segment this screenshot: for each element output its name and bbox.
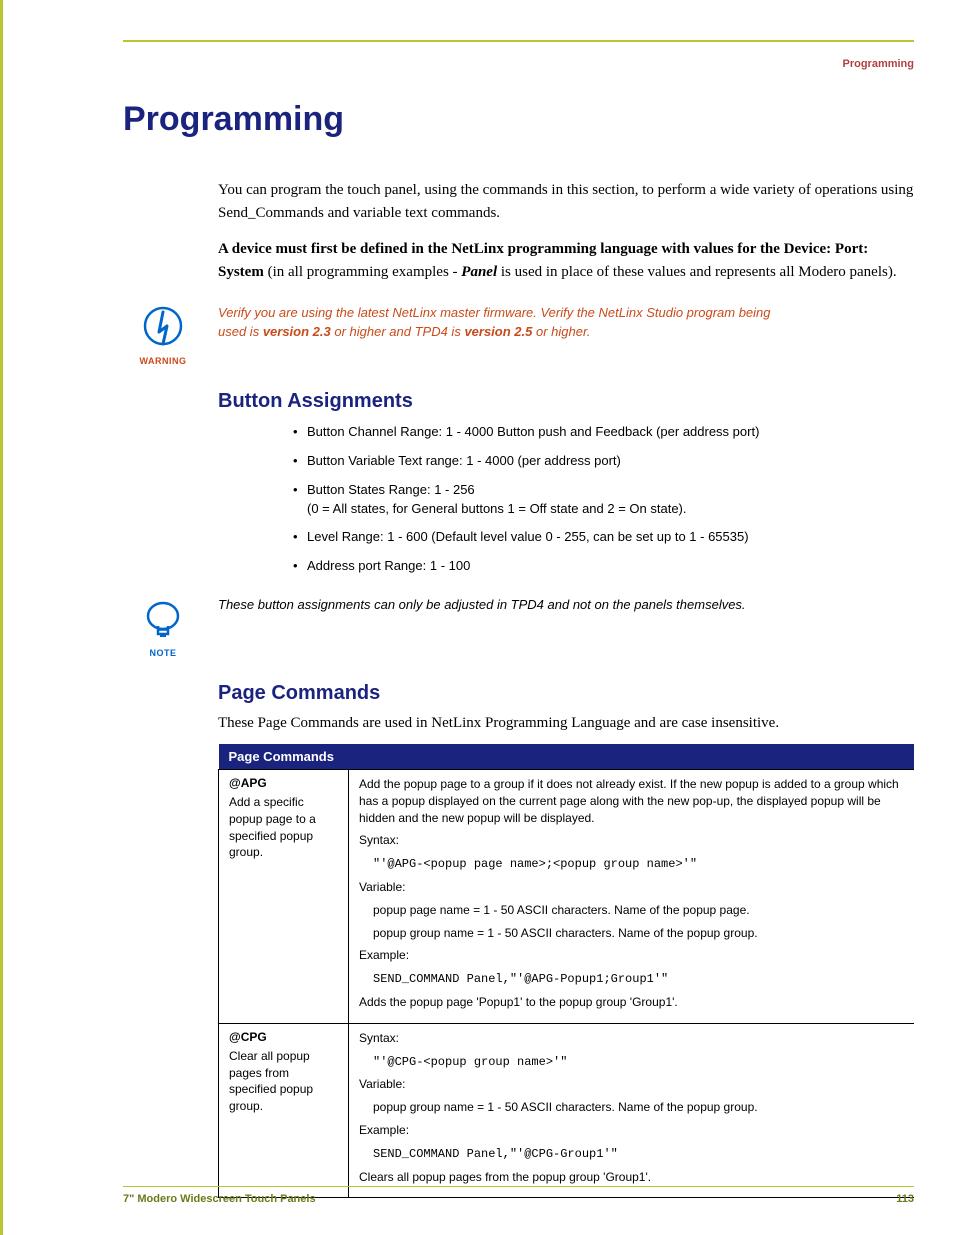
top-rule <box>123 40 914 42</box>
intro-paragraph-1: You can program the touch panel, using t… <box>218 179 914 226</box>
list-item: Button Variable Text range: 1 - 4000 (pe… <box>293 452 914 471</box>
command-body: Syntax: "'@CPG-<popup group name>'" Vari… <box>349 1023 915 1198</box>
warning-text: Verify you are using the latest NetLinx … <box>218 304 778 342</box>
warning-label: WARNING <box>133 356 193 366</box>
warning-icon: WARNING <box>133 304 193 366</box>
header-label: Programming <box>842 58 914 70</box>
command-cell: @APG Add a specific popup page to a spec… <box>219 770 349 1024</box>
command-cell: @CPG Clear all popup pages from specifie… <box>219 1023 349 1198</box>
command-name: @APG <box>229 776 338 790</box>
command-desc: Add a specific popup page to a specified… <box>229 794 338 861</box>
intro-paragraph-2: A device must first be defined in the Ne… <box>218 238 914 285</box>
footer-left: 7" Modero Widescreen Touch Panels <box>123 1193 316 1205</box>
intro-block: You can program the touch panel, using t… <box>218 179 914 284</box>
button-assignments-list: Button Channel Range: 1 - 4000 Button pu… <box>293 423 914 576</box>
table-header: Page Commands <box>219 744 915 770</box>
command-body: Add the popup page to a group if it does… <box>349 770 915 1024</box>
list-item: Level Range: 1 - 600 (Default level valu… <box>293 528 914 547</box>
content-area: Programming You can program the touch pa… <box>123 100 914 1198</box>
page-title: Programming <box>123 100 914 139</box>
page-commands-section: Page Commands <box>218 682 914 705</box>
list-item: Button Channel Range: 1 - 4000 Button pu… <box>293 423 914 442</box>
note-label: NOTE <box>133 648 193 658</box>
button-assignments-section: Button Assignments <box>218 390 914 413</box>
list-item: Address port Range: 1 - 100 <box>293 557 914 576</box>
table-row: @CPG Clear all popup pages from specifie… <box>219 1023 915 1198</box>
intro-panel-italic: Panel <box>461 264 497 280</box>
command-name: @CPG <box>229 1030 338 1044</box>
note-callout: NOTE These button assignments can only b… <box>123 596 914 658</box>
note-text: These button assignments can only be adj… <box>218 596 746 615</box>
page-commands-table: Page Commands @APG Add a specific popup … <box>218 744 914 1198</box>
page-commands-heading: Page Commands <box>218 682 914 705</box>
page-commands-intro: These Page Commands are used in NetLinx … <box>218 715 914 732</box>
intro-mid: (in all programming examples - <box>264 264 461 280</box>
document-page: Programming Programming You can program … <box>0 0 954 1235</box>
command-desc: Clear all popup pages from specified pop… <box>229 1048 338 1115</box>
list-item: Button States Range: 1 - 256 (0 = All st… <box>293 481 914 519</box>
button-assignments-heading: Button Assignments <box>218 390 914 413</box>
warning-callout: WARNING Verify you are using the latest … <box>123 304 914 366</box>
table-row: @APG Add a specific popup page to a spec… <box>219 770 915 1024</box>
page-number: 113 <box>896 1193 914 1205</box>
intro-suffix: is used in place of these values and rep… <box>497 264 896 280</box>
note-icon: NOTE <box>133 596 193 658</box>
page-footer: 7" Modero Widescreen Touch Panels 113 <box>123 1186 914 1205</box>
